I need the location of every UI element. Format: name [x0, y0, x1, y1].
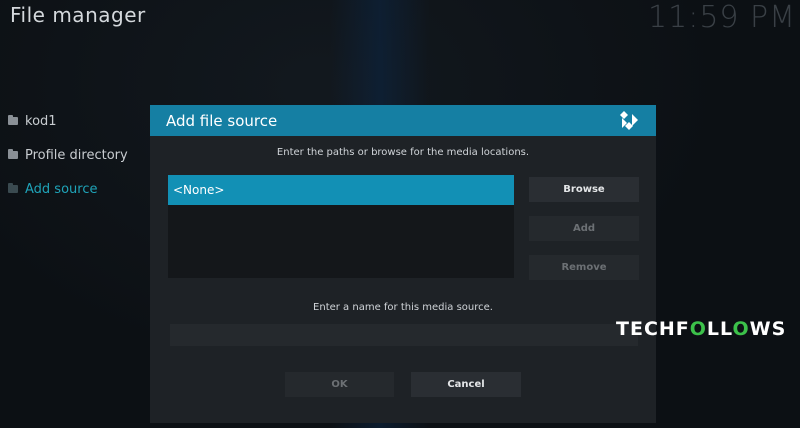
sidebar-item-label: kod1 — [25, 113, 57, 129]
folder-icon — [8, 183, 18, 193]
techfollows-watermark: TECHFOLLOWS — [616, 318, 786, 340]
ok-button[interactable]: OK — [285, 372, 394, 397]
clock: 11:59 PM — [648, 0, 796, 35]
list-item[interactable]: <None> — [168, 175, 514, 205]
sidebar-item-kod1[interactable]: kod1 — [8, 104, 128, 138]
sidebar-item-label: Profile directory — [25, 147, 128, 163]
media-source-name-input[interactable] — [170, 324, 638, 346]
sidebar: kod1 Profile directory Add source — [8, 104, 128, 206]
kodi-logo-icon — [620, 111, 638, 130]
folder-icon — [8, 115, 18, 125]
paths-list[interactable]: <None> — [168, 175, 514, 278]
watermark-part: LL — [706, 318, 733, 340]
dialog-title: Add file source — [166, 111, 278, 130]
browse-button[interactable]: Browse — [529, 177, 639, 202]
dialog-header: Add file source — [150, 105, 656, 136]
folder-icon — [8, 149, 18, 159]
page-title: File manager — [10, 3, 146, 27]
name-instruction: Enter a name for this media source. — [313, 302, 493, 313]
watermark-part: O — [732, 318, 750, 340]
add-button[interactable]: Add — [529, 216, 639, 241]
watermark-part: TECHF — [616, 318, 690, 340]
watermark-part: O — [689, 318, 707, 340]
sidebar-item-profile-directory[interactable]: Profile directory — [8, 138, 128, 172]
add-file-source-dialog: Add file source Enter the paths or brows… — [150, 105, 656, 423]
paths-instruction: Enter the paths or browse for the media … — [276, 147, 530, 158]
sidebar-item-add-source[interactable]: Add source — [8, 172, 128, 206]
cancel-button[interactable]: Cancel — [411, 372, 521, 397]
watermark-part: WS — [749, 318, 787, 340]
remove-button[interactable]: Remove — [529, 255, 639, 280]
sidebar-item-label: Add source — [25, 181, 98, 197]
